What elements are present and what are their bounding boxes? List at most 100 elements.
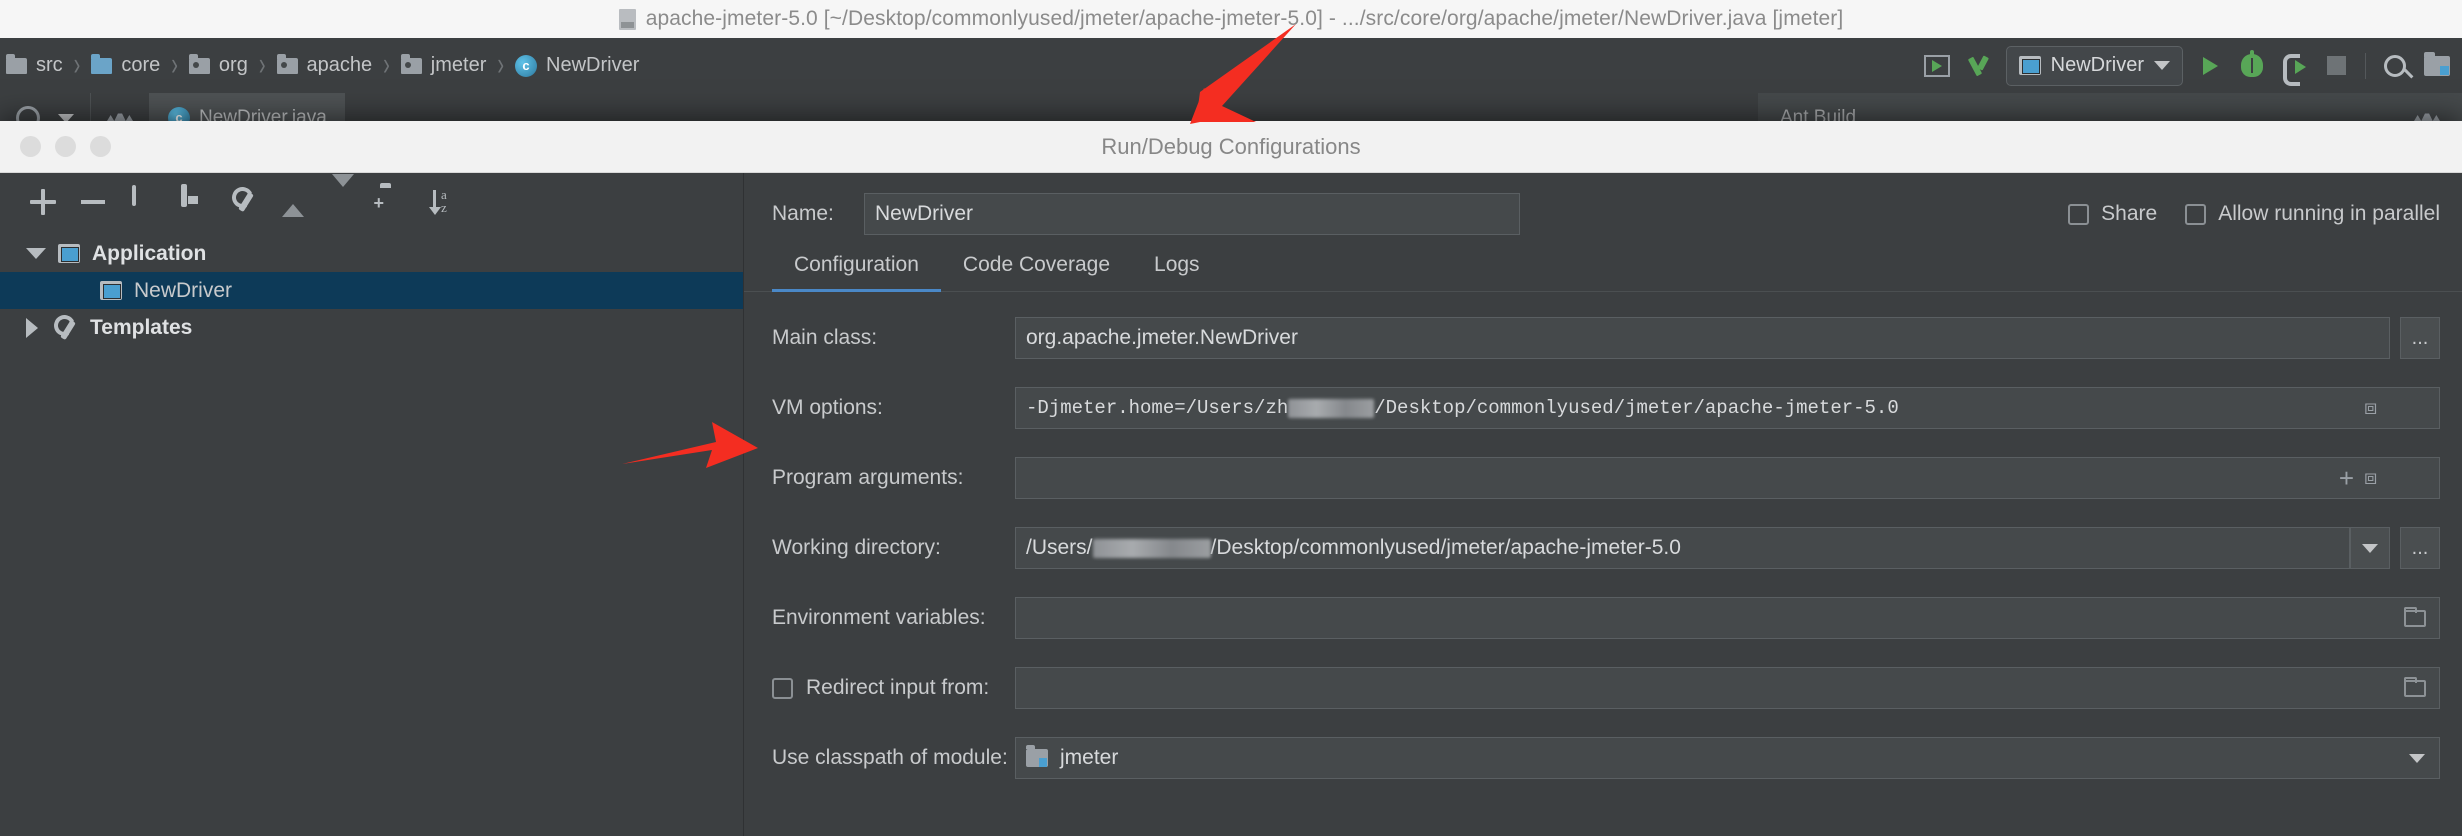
allow-parallel-checkbox[interactable]: Allow running in parallel [2185,202,2440,226]
remove-icon[interactable] [78,187,108,217]
name-input[interactable] [864,193,1520,235]
working-directory-dropdown-button[interactable] [2350,527,2390,569]
dialog-title-bar: Run/Debug Configurations [0,121,2462,173]
package-icon [276,53,298,74]
breadcrumb: src › core › org › apache › jmeter › c N… [0,47,643,82]
redirect-input-row: Redirect input from: [772,664,2440,712]
tab-code-coverage[interactable]: Code Coverage [941,253,1132,291]
redirect-input-input[interactable] [1015,667,2440,709]
run-with-coverage-button[interactable] [1916,45,1958,87]
name-label: Name: [772,202,834,225]
breadcrumb-separator: › [383,47,390,83]
search-everywhere-button[interactable] [2374,45,2416,87]
tree-node-templates[interactable]: Templates [0,309,743,346]
chevron-down-icon[interactable] [26,248,46,259]
working-directory-input[interactable]: /Users/ /Desktop/commonlyused/jmeter/apac… [1015,527,2350,569]
breadcrumb-separator: › [171,47,178,83]
run-button[interactable] [2189,45,2231,87]
run-with-profiler-icon [2283,53,2306,86]
breadcrumb-label: src [36,54,63,76]
stop-button[interactable] [2315,45,2357,87]
folder-icon [6,53,27,74]
run-configuration-selector[interactable]: NewDriver [2005,45,2183,86]
breadcrumb-item-apache[interactable]: apache [273,53,377,77]
use-classpath-value: jmeter [1060,746,1119,769]
move-up-button[interactable] [278,187,308,217]
ide-toolbar-actions: NewDriver [1916,45,2462,87]
main-class-input[interactable] [1015,317,2390,359]
run-configuration-name: NewDriver [2050,54,2144,76]
use-classpath-row: Use classpath of module: jmeter [772,734,2440,782]
program-arguments-row: Program arguments: + ⧈ [772,454,2440,502]
stop-icon [2326,56,2346,75]
tree-node-application[interactable]: Application [0,235,743,272]
redirect-input-label: Redirect input from: [806,676,990,699]
environment-variables-row: Environment variables: [772,594,2440,642]
tree-node-newdriver[interactable]: NewDriver [0,272,743,309]
breadcrumb-label: jmeter [430,54,487,76]
checkbox-box [2068,203,2090,225]
run-with-profiler-button[interactable] [2273,45,2315,87]
run-icon [2202,56,2218,75]
build-project-button[interactable] [1958,45,2000,87]
vm-options-row: VM options: -Djmeter.home=/Users/zh/Desk… [772,384,2440,432]
environment-variables-input[interactable] [1015,597,2440,639]
ide-navigation-bar: src › core › org › apache › jmeter › c N… [0,38,2462,93]
run-debug-configurations-dialog: Run/Debug Configurations az Application [0,121,2462,836]
program-arguments-input[interactable] [1015,457,2440,499]
move-up-icon [282,187,304,217]
edit-templates-button[interactable] [228,187,258,217]
create-folder-button[interactable] [378,187,408,217]
vm-options-input[interactable]: -Djmeter.home=/Users/zh/Desktop/commonly… [1015,387,2440,429]
project-structure-icon [2424,51,2450,76]
save-configuration-button[interactable] [178,184,208,217]
chevron-down-icon [2154,61,2170,70]
breadcrumb-label: apache [306,54,373,76]
tree-node-label: NewDriver [134,278,233,302]
browse-folder-icon[interactable] [2404,676,2426,697]
breadcrumb-label: NewDriver [546,54,640,76]
vm-options-label: VM options: [772,396,883,419]
browse-folder-icon[interactable] [2404,606,2426,627]
ide-window-title: apache-jmeter-5.0 [~/Desktop/commonlyuse… [645,7,1844,30]
project-structure-button[interactable] [2416,45,2458,87]
tab-logs[interactable]: Logs [1132,253,1222,291]
working-directory-row: Working directory: /Users/ /Desktop/commo… [772,524,2440,572]
application-icon [58,244,80,263]
chevron-right-icon[interactable] [26,317,38,338]
breadcrumb-label: org [218,54,248,76]
name-row: Name: Share Allow running in parallel [744,173,2462,239]
jar-file-icon [618,8,636,30]
breadcrumb-item-org[interactable]: org [185,53,252,77]
module-icon [1026,745,1048,767]
breadcrumb-item-jmeter[interactable]: jmeter [397,53,491,77]
copy-configuration-button[interactable] [128,185,158,217]
configuration-form: Main class: ... VM options: -Djmeter.hom… [744,292,2462,782]
chevron-down-icon [2409,753,2425,763]
header-checkboxes: Share Allow running in parallel [2068,202,2462,226]
working-directory-browse-button[interactable]: ... [2400,527,2440,569]
tab-configuration[interactable]: Configuration [772,253,941,292]
add-icon[interactable] [28,187,58,217]
build-project-icon [1969,56,1989,76]
insert-macro-icon[interactable]: + [2339,465,2354,491]
move-down-button[interactable] [328,174,358,217]
tree-node-label: Templates [90,315,193,339]
use-classpath-combo[interactable]: jmeter [1015,737,2440,779]
breadcrumb-item-core[interactable]: core [87,53,164,77]
main-class-browse-button[interactable]: ... [2400,317,2440,359]
working-directory-value-suffix: /Desktop/commonlyused/jmeter/apache-jmet… [1210,536,1681,559]
vm-options-value-prefix: -Djmeter.home=/Users/zh [1026,397,1289,419]
application-icon [100,281,122,300]
share-checkbox[interactable]: Share [2068,202,2157,226]
sort-alphabetically-icon[interactable]: az [428,188,456,216]
breadcrumb-item-src[interactable]: src [2,53,67,77]
dialog-title: Run/Debug Configurations [1101,133,1361,159]
debug-button[interactable] [2231,45,2273,87]
breadcrumb-item-newdriver[interactable]: NewDriver [511,54,643,77]
use-classpath-label: Use classpath of module: [772,746,1008,769]
save-configuration-icon [181,184,187,207]
working-directory-label: Working directory: [772,536,941,559]
redirect-input-checkbox[interactable] [772,677,793,699]
package-icon [400,53,422,74]
